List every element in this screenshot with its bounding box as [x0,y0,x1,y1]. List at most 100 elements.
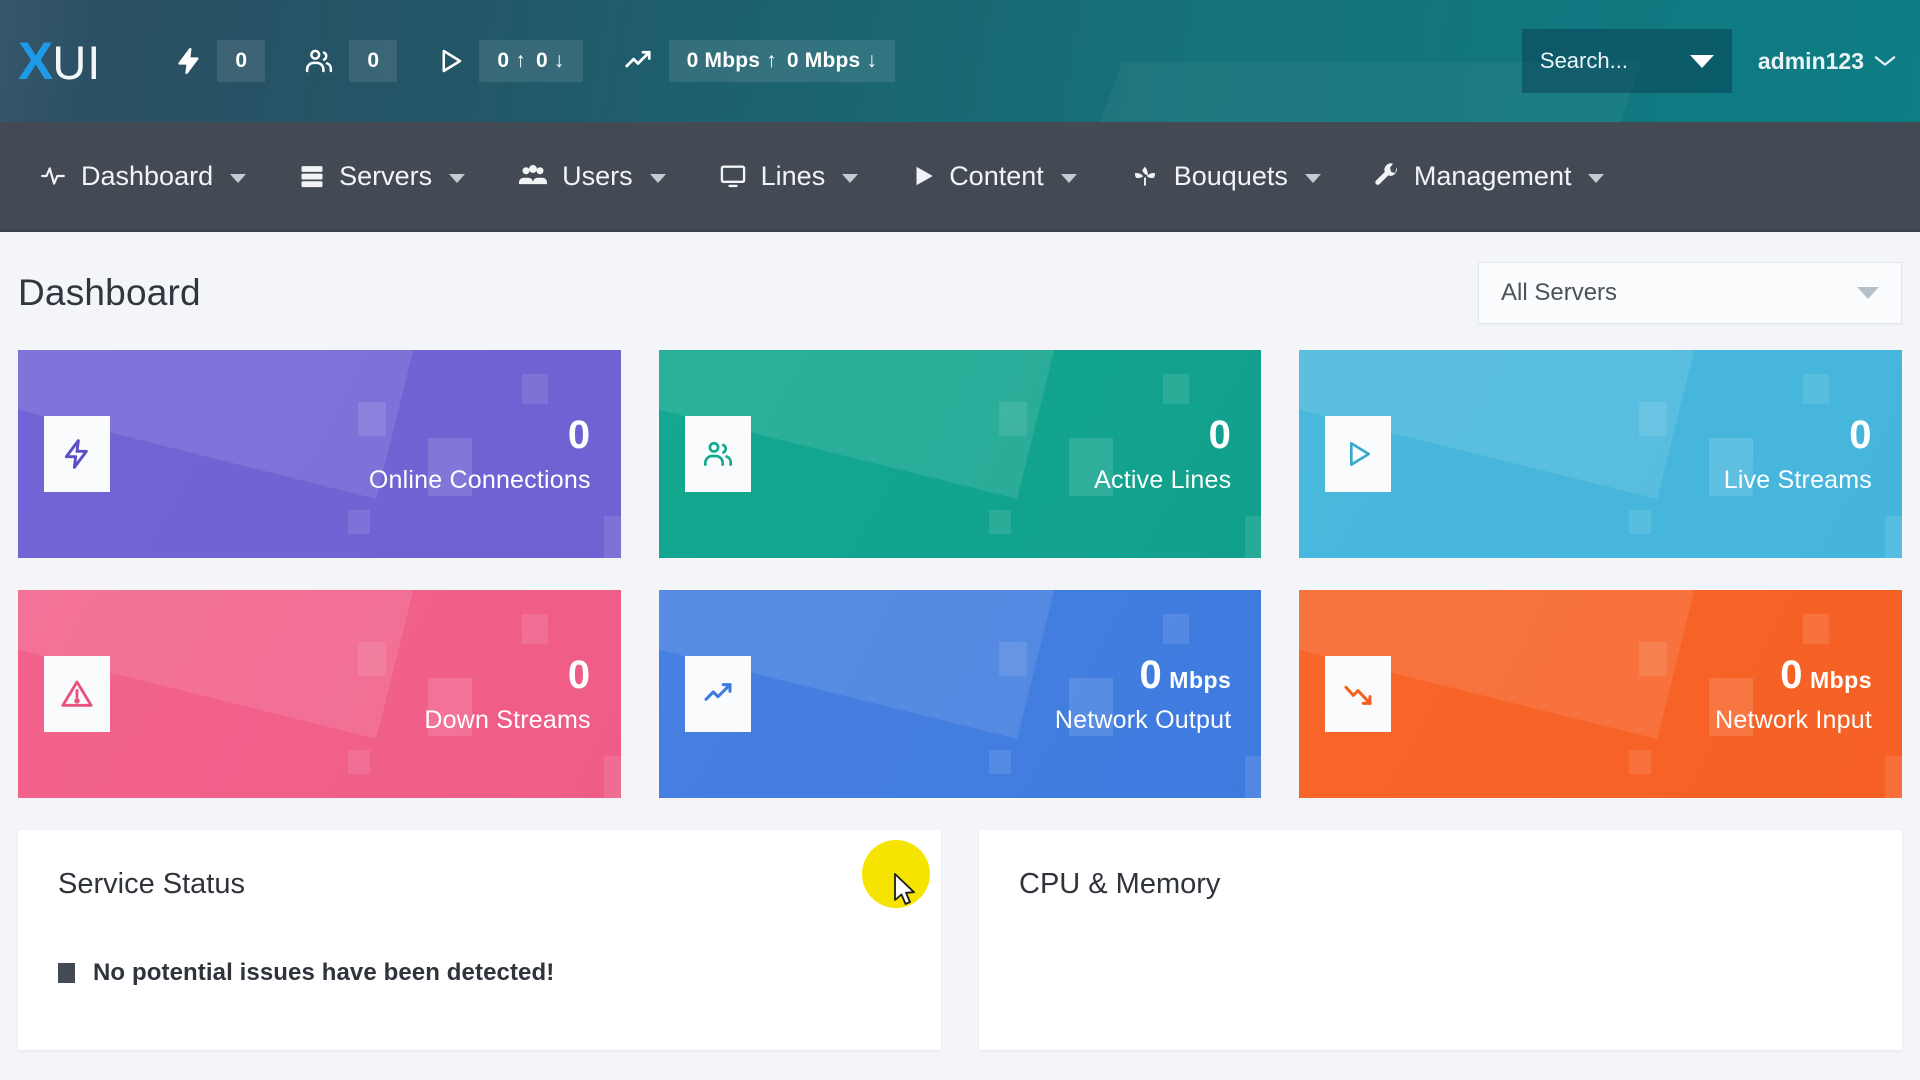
nav-item-content[interactable]: Content [884,122,1103,230]
server-filter-value: All Servers [1501,279,1618,306]
card-decoration [1162,614,1189,644]
stat-card-row-2: 0 Down Streams 0 Mbps Network Output 0 M… [18,590,1903,798]
network-rates: 0 Mbps ↑ 0 Mbps ↓ [668,40,896,82]
server-icon [298,162,326,190]
card-decoration [1162,374,1189,404]
logo-ui: UI [52,35,102,89]
panel-title: CPU & Memory [1019,868,1221,900]
top-bar: X UI 0 0 0 ↑ 0 ↓ 0 Mbps ↑ 0 Mbps ↓ Searc… [0,0,1920,122]
topbar-stat-streams[interactable]: 0 ↑ 0 ↓ [435,40,583,82]
card-body: 0 Active Lines [751,412,1232,495]
page-header: Dashboard All Servers [18,232,1902,350]
nav-item-dashboard[interactable]: Dashboard [12,122,272,230]
stat-card-network-input[interactable]: 0 Mbps Network Input [1299,590,1903,798]
card-body: 0 Mbps Network Output [751,652,1232,734]
card-value: 0 Mbps [1780,652,1873,697]
caret-down-icon[interactable] [1689,54,1714,68]
card-unit: Mbps [1169,666,1232,693]
bolt-icon [175,45,203,77]
nav-label: Users [562,160,633,191]
card-value: 0 [567,412,591,457]
nav-label: Management [1413,160,1572,191]
card-value: 0 [1849,412,1873,457]
card-label: Network Input [1715,706,1873,735]
card-decoration [604,756,621,798]
nav-label: Bouquets [1173,160,1288,191]
stat-card-row-1: 0 Online Connections 0 Active Lines 0 Li… [18,350,1903,558]
page-content: Dashboard All Servers 0 Online Connectio… [0,232,1920,1080]
streams-counts: 0 ↑ 0 ↓ [479,40,583,82]
card-decoration [1629,510,1652,534]
caret-down-icon [1857,287,1879,299]
card-body: 0 Live Streams [1391,412,1873,495]
play-icon [1325,416,1392,492]
card-label: Live Streams [1723,466,1873,495]
topbar-stat-users[interactable]: 0 [303,40,398,82]
card-body: 0 Online Connections [110,412,591,495]
nav-label: Servers [339,160,433,191]
stat-card-active-lines[interactable]: 0 Active Lines [658,350,1262,558]
card-decoration [1244,756,1262,798]
card-body: 0 Down Streams [110,652,591,735]
nav-item-users[interactable]: Users [491,122,692,230]
service-status-panel: Service Status No potential issues have … [18,830,941,1050]
leaf-icon [1129,162,1161,190]
topbar-stat-network[interactable]: 0 Mbps ↑ 0 Mbps ↓ [621,40,896,82]
card-value: 0 Mbps [1139,652,1232,697]
trending-down-icon [1325,656,1392,732]
users-icon [303,46,335,76]
users-count: 0 [349,40,398,82]
service-status-message: No potential issues have been detected! [93,959,555,986]
nav-item-bouquets[interactable]: Bouquets [1103,122,1347,230]
chevron-down-icon[interactable] [449,173,466,183]
user-menu[interactable]: admin123 [1758,48,1896,75]
card-decoration [1885,516,1903,558]
bolt-icon [44,416,110,492]
nav-item-management[interactable]: Management [1347,122,1631,230]
card-decoration [522,374,548,404]
topbar-stat-connections[interactable]: 0 [175,40,266,82]
play-icon [435,45,465,77]
card-decoration [1885,756,1903,798]
connections-count: 0 [217,40,266,82]
nav-item-servers[interactable]: Servers [272,122,491,230]
chevron-down-icon[interactable] [842,173,859,183]
chevron-down-icon[interactable] [1304,173,1321,183]
stat-card-online-connections[interactable]: 0 Online Connections [18,350,621,558]
card-decoration [348,510,370,534]
nav-label: Content [949,160,1044,191]
card-decoration [988,510,1011,534]
card-unit: Mbps [1809,666,1873,693]
card-decoration [1629,750,1652,774]
card-decoration [604,516,621,558]
chevron-down-icon[interactable] [1588,173,1605,183]
server-filter-select[interactable]: All Servers [1478,262,1902,324]
card-decoration [1803,614,1830,644]
chevron-down-icon[interactable] [649,173,666,183]
search-input[interactable]: Search... [1521,29,1732,93]
card-label: Down Streams [424,706,591,735]
service-status-item: No potential issues have been detected! [58,959,901,987]
card-value: 0 [567,652,591,697]
nav-item-lines[interactable]: Lines [692,122,885,230]
stat-card-down-streams[interactable]: 0 Down Streams [18,590,621,798]
logo-x: X [18,31,53,91]
stat-card-network-output[interactable]: 0 Mbps Network Output [658,590,1262,798]
card-decoration [1803,374,1830,404]
card-label: Online Connections [368,466,591,495]
app-logo[interactable]: X UI [18,35,101,88]
panel-row: Service Status No potential issues have … [18,830,1902,1050]
chevron-down-icon[interactable] [1060,173,1077,183]
pulse-icon [38,163,68,189]
search-placeholder: Search... [1539,48,1628,73]
card-label: Active Lines [1094,466,1232,495]
stat-card-live-streams[interactable]: 0 Live Streams [1299,350,1903,558]
panel-title: Service Status [58,868,245,900]
play-filled-icon [910,162,936,190]
card-value: 0 [1208,412,1232,457]
chevron-down-icon [1874,56,1896,66]
chevron-down-icon[interactable] [230,173,247,183]
main-navigation: Dashboard Servers Users Lines Content Bo… [0,122,1920,232]
users-icon [684,416,751,492]
trending-up-icon [621,46,655,76]
